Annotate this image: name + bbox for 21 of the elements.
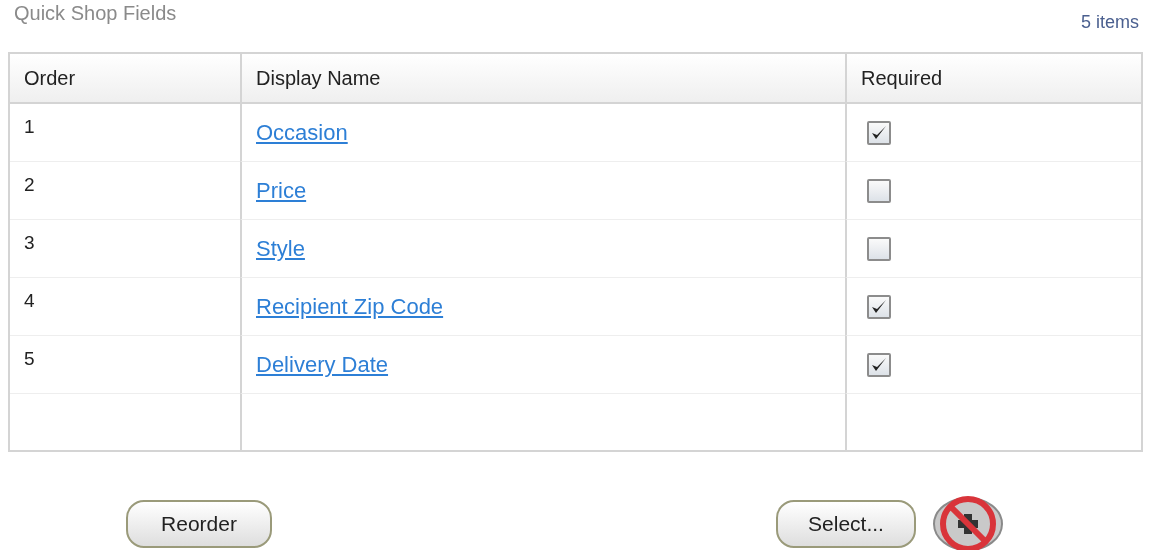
order-cell: 2: [10, 162, 240, 220]
order-cell: 1: [10, 104, 240, 162]
order-cell: 3: [10, 220, 240, 278]
order-cell: 4: [10, 278, 240, 336]
section-title: Quick Shop Fields: [14, 2, 177, 25]
item-count: 5 items: [1080, 12, 1139, 33]
required-checkbox[interactable]: [867, 178, 891, 203]
required-checkbox[interactable]: [867, 294, 891, 319]
required-checkbox[interactable]: [867, 236, 891, 261]
field-link[interactable]: Recipient Zip Code: [256, 293, 444, 320]
field-link[interactable]: Price: [256, 177, 307, 204]
select-button[interactable]: Select...: [776, 500, 916, 548]
reorder-button[interactable]: Reorder: [126, 500, 272, 548]
field-link[interactable]: Occasion: [256, 119, 348, 146]
order-cell: 5: [10, 336, 240, 394]
field-link[interactable]: Style: [256, 235, 305, 262]
required-checkbox[interactable]: [867, 120, 891, 145]
field-link[interactable]: Delivery Date: [256, 351, 389, 378]
column-header: Display Name: [240, 54, 845, 104]
required-checkbox[interactable]: [867, 352, 891, 377]
column-header: Required: [845, 54, 1141, 104]
